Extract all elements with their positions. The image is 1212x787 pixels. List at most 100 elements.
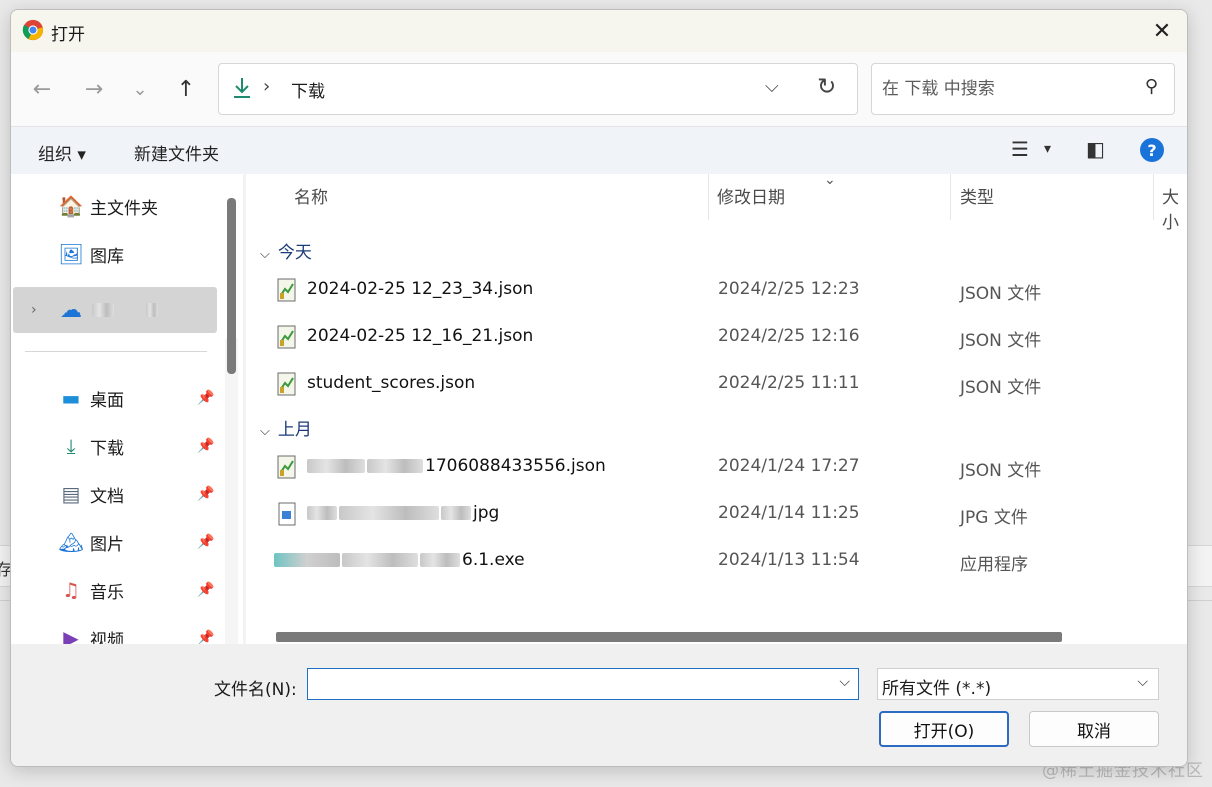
sidebar-item-onedrive[interactable]: › ☁ <box>13 287 217 333</box>
sidebar-item-label: 图片 <box>90 534 124 555</box>
organize-button[interactable]: 组织 ▾ <box>38 140 86 165</box>
collapse-chevron-icon[interactable]: ⌵ <box>260 247 270 262</box>
pin-icon[interactable]: 📌 <box>197 582 214 598</box>
file-type: JSON 文件 <box>960 284 1042 304</box>
chrome-icon <box>22 19 44 41</box>
file-row[interactable]: student_scores.json 2024/2/25 11:11 JSON… <box>246 361 1176 407</box>
open-button[interactable]: 打开(O) <box>879 711 1009 747</box>
column-header-name[interactable]: 名称 <box>294 183 328 208</box>
sidebar-item-pictures[interactable]: 🏔 图片 📌 <box>11 519 219 565</box>
column-divider[interactable] <box>950 174 951 220</box>
column-header-size[interactable]: 大小 <box>1162 183 1187 233</box>
file-type: JSON 文件 <box>960 461 1042 481</box>
file-type-select[interactable]: 所有文件 (*.*) ⌵ <box>877 668 1159 700</box>
redacted-text <box>274 553 340 567</box>
view-dropdown-icon[interactable]: ▾ <box>1044 141 1051 157</box>
search-box[interactable]: ⚲ <box>871 63 1175 115</box>
search-icon[interactable]: ⚲ <box>1145 76 1158 97</box>
up-button[interactable]: ↑ <box>171 74 201 104</box>
file-row[interactable]: 2024-02-25 12_23_34.json 2024/2/25 12:23… <box>246 267 1176 313</box>
file-date: 2024/2/25 12:16 <box>718 326 860 346</box>
breadcrumb-downloads[interactable]: 下载 <box>291 77 325 102</box>
recent-locations-button[interactable]: ⌄ <box>125 74 155 104</box>
file-date: 2024/1/13 11:54 <box>718 550 860 570</box>
window-title: 打开 <box>51 25 85 45</box>
sidebar-divider <box>25 351 207 352</box>
file-row[interactable]: 6.1.exe 2024/1/13 11:54 应用程序 <box>246 538 1176 584</box>
redacted-text <box>342 553 418 567</box>
column-divider[interactable] <box>708 174 709 220</box>
pin-icon[interactable]: 📌 <box>197 534 214 550</box>
document-icon: ▤ <box>61 482 81 506</box>
preview-pane-icon[interactable]: ◧ <box>1086 137 1105 161</box>
navigation-pane: 🏠 主文件夹 🖼 图库 › ☁ ▬ 桌面 📌 ⤓ 下载 📌 ▤ 文档 📌 🏔 图… <box>11 174 243 644</box>
address-dropdown-icon[interactable]: ⌵ <box>765 76 779 97</box>
pin-icon[interactable]: 📌 <box>197 390 214 406</box>
back-button[interactable]: ← <box>27 74 57 104</box>
file-row[interactable]: 1706088433556.json 2024/1/24 17:27 JSON … <box>246 444 1176 490</box>
filename-label: 文件名(N): <box>214 680 297 700</box>
redacted-text <box>339 506 439 520</box>
chevron-down-icon[interactable]: ⌵ <box>1137 674 1148 690</box>
json-file-icon <box>277 325 296 349</box>
file-row[interactable]: jpg 2024/1/14 11:25 JPG 文件 <box>246 491 1176 537</box>
file-type: 应用程序 <box>960 555 1028 575</box>
group-header-today[interactable]: ⌵ 今天 <box>260 238 312 263</box>
redacted-text <box>307 506 337 520</box>
breadcrumb-separator[interactable]: › <box>263 76 270 97</box>
filename-input[interactable] <box>312 673 826 697</box>
file-name: jpg <box>473 503 500 523</box>
forward-button[interactable]: → <box>79 74 109 104</box>
column-header-type[interactable]: 类型 <box>960 183 994 208</box>
view-options-icon[interactable]: ☰ <box>1011 137 1029 161</box>
file-type: JSON 文件 <box>960 378 1042 398</box>
close-button[interactable]: ✕ <box>1137 10 1187 52</box>
sidebar-item-desktop[interactable]: ▬ 桌面 📌 <box>11 375 219 421</box>
expand-chevron-icon[interactable]: › <box>31 302 37 318</box>
sidebar-item-videos[interactable]: ▶ 视频 📌 <box>11 615 219 644</box>
navigation-bar: ← → ⌄ ↑ › 下载 ⌵ ↻ ⚲ <box>11 52 1187 126</box>
redacted-text <box>367 459 423 473</box>
file-list-pane: 名称 ⌄ 修改日期 类型 大小 ⌵ 今天 2024-02-25 12_23_34.… <box>246 174 1187 644</box>
sidebar-item-downloads[interactable]: ⤓ 下载 📌 <box>11 423 219 469</box>
file-name-partially-redacted: 6.1.exe <box>274 550 525 570</box>
group-label: 今天 <box>277 243 312 263</box>
column-header-date[interactable]: 修改日期 <box>717 183 785 208</box>
chevron-down-icon[interactable]: ⌵ <box>839 674 850 690</box>
sidebar-item-label: 下载 <box>90 438 124 459</box>
file-name-partially-redacted: jpg <box>307 503 499 523</box>
download-folder-icon <box>234 78 250 98</box>
search-input[interactable] <box>880 76 1124 102</box>
file-name: 1706088433556.json <box>425 456 606 476</box>
new-folder-button[interactable]: 新建文件夹 <box>134 140 219 165</box>
horizontal-scrollbar[interactable] <box>276 632 1062 642</box>
sidebar-scrollbar[interactable] <box>227 198 236 374</box>
cancel-button[interactable]: 取消 <box>1029 711 1159 747</box>
pin-icon[interactable]: 📌 <box>197 438 214 454</box>
sidebar-item-music[interactable]: ♫ 音乐 📌 <box>11 567 219 613</box>
column-divider[interactable] <box>1153 174 1154 220</box>
command-bar: 组织 ▾ 新建文件夹 ☰ ▾ ◧ ? <box>11 126 1187 175</box>
group-header-last-month[interactable]: ⌵ 上月 <box>260 415 312 440</box>
music-icon: ♫ <box>62 578 80 602</box>
download-icon: ⤓ <box>66 434 76 458</box>
sidebar-item-home[interactable]: 🏠 主文件夹 <box>11 183 219 229</box>
sidebar-scroll-track[interactable] <box>225 338 238 644</box>
collapse-chevron-icon[interactable]: ⌵ <box>260 424 270 439</box>
sidebar-item-label: 图库 <box>90 246 124 267</box>
refresh-icon[interactable]: ↻ <box>817 74 836 100</box>
sidebar-item-label: 音乐 <box>90 582 124 603</box>
address-bar[interactable]: › 下载 ⌵ ↻ <box>218 63 858 115</box>
filename-combobox[interactable]: ⌵ <box>307 668 859 700</box>
sidebar-item-gallery[interactable]: 🖼 图库 <box>11 231 219 277</box>
sidebar-item-label: 文档 <box>90 486 124 507</box>
file-date: 2024/2/25 12:23 <box>718 279 860 299</box>
file-row[interactable]: 2024-02-25 12_16_21.json 2024/2/25 12:16… <box>246 314 1176 360</box>
pin-icon[interactable]: 📌 <box>197 630 214 644</box>
sidebar-item-label: 视频 <box>90 630 124 645</box>
help-icon[interactable]: ? <box>1140 138 1164 162</box>
group-label: 上月 <box>277 420 312 440</box>
sidebar-item-documents[interactable]: ▤ 文档 📌 <box>11 471 219 517</box>
gallery-icon: 🖼 <box>58 242 84 266</box>
pin-icon[interactable]: 📌 <box>197 486 214 502</box>
